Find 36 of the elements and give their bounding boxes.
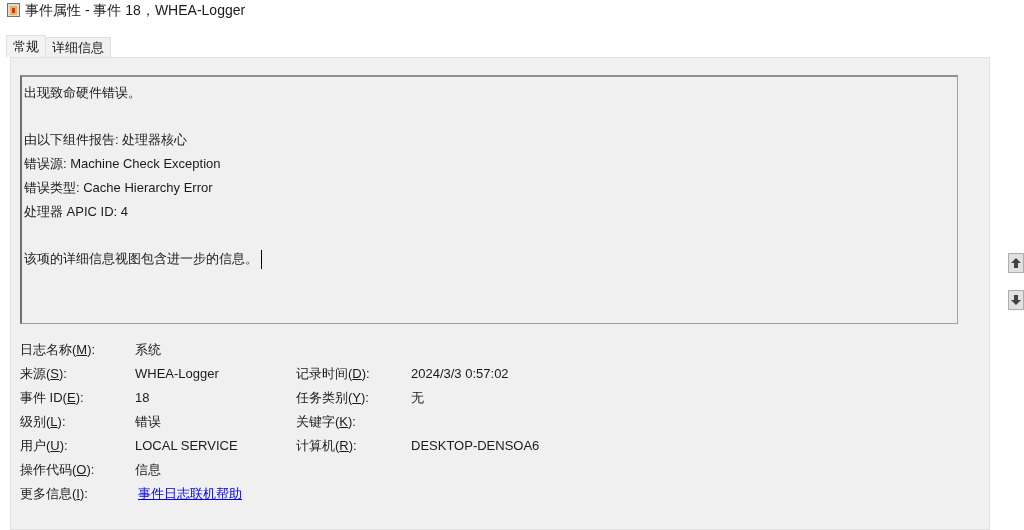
- field-label: 操作代码(O):: [20, 461, 96, 479]
- field-label: 计算机(R):: [296, 437, 358, 455]
- field-label: 事件 ID(E):: [20, 389, 85, 407]
- field-label: 更多信息(I):: [20, 485, 89, 503]
- field-value: 18: [135, 389, 150, 407]
- up-arrow-icon: [1011, 258, 1021, 268]
- description-line: 错误类型: Cache Hierarchy Error: [24, 179, 213, 197]
- down-arrow-icon: [1011, 295, 1021, 305]
- field-label: 任务类别(Y):: [296, 389, 370, 407]
- description-box[interactable]: 出现致命硬件错误。 由以下组件报告: 处理器核心 错误源: Machine Check Exception 错误类型: Cache Hierarchy Error 处理器 APIC ID: 4 该项的详细信息视图包含进一步的信息。: [20, 75, 958, 324]
- description-line: 出现致命硬件错误。: [24, 84, 141, 102]
- field-label: 用户(U):: [20, 437, 69, 455]
- field-value: 信息: [135, 461, 161, 479]
- event-viewer-icon: [7, 3, 20, 17]
- tab[interactable]: 常规: [6, 35, 46, 57]
- field-label: 关键字(K):: [296, 413, 357, 431]
- field-value: 系统: [135, 341, 161, 359]
- field-label: 级别(L):: [20, 413, 67, 431]
- field-value: 2024/3/3 0:57:02: [411, 365, 509, 383]
- field-value: 错误: [135, 413, 161, 431]
- help-link[interactable]: 事件日志联机帮助: [138, 482, 242, 506]
- field-label: 记录时间(D):: [296, 365, 371, 383]
- move-down-button[interactable]: [1008, 290, 1024, 310]
- window-title: 事件属性 - 事件 18，WHEA-Logger: [25, 0, 246, 20]
- description-line: 该项的详细信息视图包含进一步的信息。: [24, 250, 258, 268]
- field-value: WHEA-Logger: [135, 365, 219, 383]
- description-line: 错误源: Machine Check Exception: [24, 155, 221, 173]
- field-label: 来源(S):: [20, 365, 68, 383]
- field-value: DESKTOP-DENSOA6: [411, 437, 540, 455]
- tab[interactable]: 详细信息: [46, 37, 111, 57]
- field-label: 日志名称(M):: [20, 341, 97, 359]
- move-up-button[interactable]: [1008, 253, 1024, 273]
- description-line: 由以下组件报告: 处理器核心: [24, 131, 188, 149]
- field-value: LOCAL SERVICE: [135, 437, 238, 455]
- field-value: 无: [411, 389, 424, 407]
- description-line: 处理器 APIC ID: 4: [24, 203, 129, 221]
